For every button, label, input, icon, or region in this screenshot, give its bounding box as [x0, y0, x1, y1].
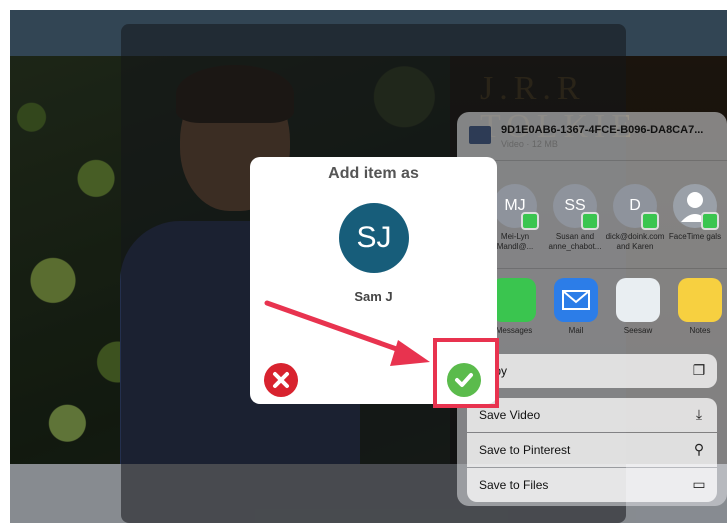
annotation-arrow [264, 300, 430, 366]
